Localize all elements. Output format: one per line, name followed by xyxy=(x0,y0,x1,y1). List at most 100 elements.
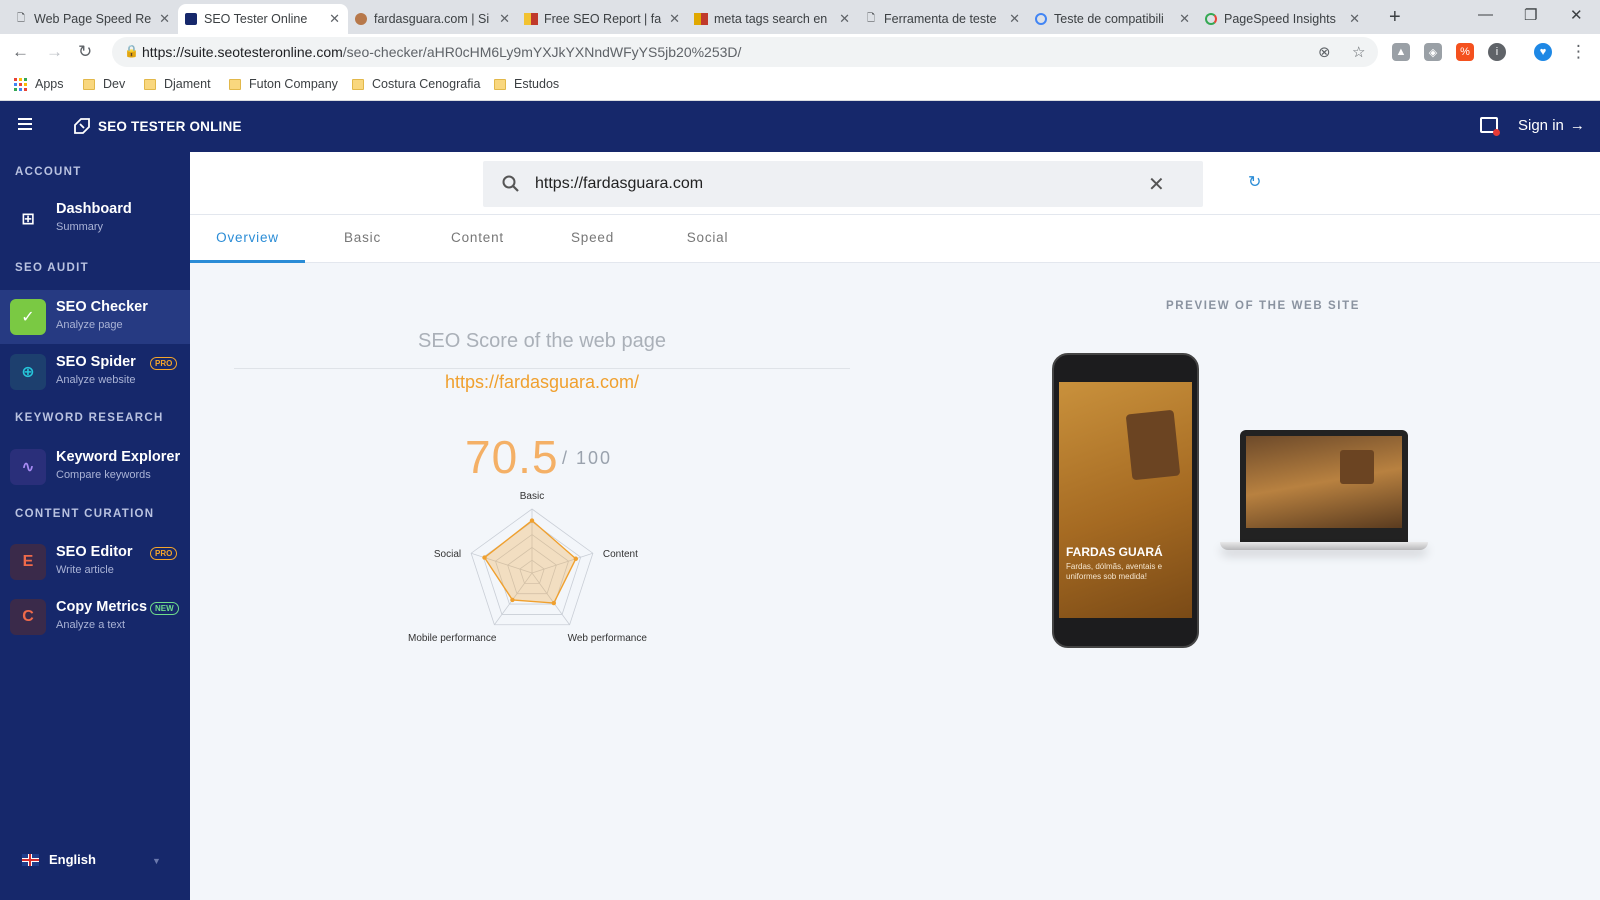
profile-avatar-icon[interactable]: ♥ xyxy=(1534,43,1552,61)
close-icon[interactable]: ✕ xyxy=(329,11,340,27)
sidebar-item-sublabel: Write article xyxy=(56,564,114,576)
close-icon[interactable]: ✕ xyxy=(159,11,170,27)
seo-tester-favicon xyxy=(184,12,198,26)
tab-social[interactable]: Social xyxy=(650,215,765,263)
shield-extension-icon[interactable]: ◈ xyxy=(1424,43,1442,61)
sidebar-item-sublabel: Analyze website xyxy=(56,374,136,386)
minimize-button[interactable]: — xyxy=(1478,6,1493,23)
bookmark-star-icon[interactable]: ☆ xyxy=(1352,43,1365,61)
tab-content[interactable]: Content xyxy=(420,215,535,263)
browser-tab-strip: 🗋 Web Page Speed Re ✕ SEO Tester Online … xyxy=(0,0,1600,34)
seo-checker-icon: ✓ xyxy=(10,299,46,335)
sidebar-item-label: Keyword Explorer xyxy=(56,449,181,465)
browser-tab[interactable]: 🗋 Web Page Speed Re ✕ xyxy=(8,4,178,34)
new-tab-button[interactable]: + xyxy=(1389,6,1401,29)
preview-site-tagline: Fardas, dólmãs, aventais e uniformes sob… xyxy=(1066,562,1163,581)
browser-tab[interactable]: Free SEO Report | fa ✕ xyxy=(518,4,688,34)
browser-tab-title: fardasguara.com | Si xyxy=(374,12,490,26)
folder-icon xyxy=(229,78,241,90)
back-arrow-icon[interactable]: ← xyxy=(12,42,29,62)
radar-axis-label: Content xyxy=(603,549,638,560)
reload-icon[interactable]: ↻ xyxy=(78,42,92,62)
divider xyxy=(234,368,850,369)
browser-tab[interactable]: fardasguara.com | Si ✕ xyxy=(348,4,518,34)
url-path: /seo-checker/aHR0cHM6Ly9mYXJkYXNndWFyYS5… xyxy=(342,44,742,60)
restore-button[interactable]: ❐ xyxy=(1524,6,1537,24)
browser-tab[interactable]: 🗋 Ferramenta de teste ✕ xyxy=(858,4,1028,34)
radar-data-point xyxy=(551,600,557,606)
seo-editor-icon: E xyxy=(10,544,46,580)
sidebar-item-label: Dashboard xyxy=(56,201,132,217)
sidebar-item-seo-editor[interactable]: E SEO Editor PRO Write article xyxy=(0,535,190,587)
sidebar-item-label: SEO Spider xyxy=(56,354,136,370)
sidebar-item-seo-spider[interactable]: ⊕ SEO Spider PRO Analyze website xyxy=(0,345,190,397)
close-icon[interactable]: ✕ xyxy=(669,11,680,27)
browser-tab[interactable]: PageSpeed Insights ✕ xyxy=(1198,4,1368,34)
info-extension-icon[interactable]: i xyxy=(1488,43,1506,61)
bookmark-label: Djament xyxy=(164,77,211,91)
page-icon: 🗋 xyxy=(866,12,876,24)
address-bar[interactable]: 🔒 https://suite.seotesteronline.com/seo-… xyxy=(112,37,1378,67)
leather-patch-image xyxy=(1340,450,1374,484)
section-title: CONTENT CURATION xyxy=(15,508,155,520)
clear-icon[interactable]: ✕ xyxy=(1148,172,1165,197)
app-header: SEO TESTER ONLINE Sign in → xyxy=(0,101,1600,152)
similarweb-extension-icon[interactable]: % xyxy=(1456,43,1474,61)
translate-icon[interactable]: ⊗ xyxy=(1318,43,1331,61)
sidebar-item-copy-metrics[interactable]: C Copy Metrics NEW Analyze a text xyxy=(0,590,190,642)
address-url: https://suite.seotesteronline.com/seo-ch… xyxy=(142,44,741,60)
sidebar-item-label: SEO Checker xyxy=(56,299,148,315)
arrow-right-icon: → xyxy=(1569,117,1585,134)
browser-tab-active[interactable]: SEO Tester Online ✕ xyxy=(178,4,348,34)
browser-tab[interactable]: Teste de compatibili ✕ xyxy=(1028,4,1198,34)
analysis-tabs: Overview Basic Content Speed Social xyxy=(190,215,1600,263)
section-title: KEYWORD RESEARCH xyxy=(15,412,164,424)
bookmark-folder[interactable]: Costura Cenografia xyxy=(352,77,480,91)
close-icon[interactable]: ✕ xyxy=(1009,11,1020,27)
sidebar-item-keyword-explorer[interactable]: ∿ Keyword Explorer Compare keywords xyxy=(0,440,190,492)
kebab-menu-icon[interactable]: ⋮ xyxy=(1570,42,1587,62)
bookmark-folder[interactable]: Futon Company xyxy=(229,77,338,91)
close-icon[interactable]: ✕ xyxy=(1349,11,1360,27)
notification-dot xyxy=(1493,129,1500,136)
radar-data-point xyxy=(510,597,515,603)
caret-down-icon[interactable]: ▼ xyxy=(152,856,161,866)
pagespeed-favicon xyxy=(1204,12,1218,26)
bookmark-folder[interactable]: Estudos xyxy=(494,77,559,91)
sidebar-item-seo-checker[interactable]: ✓ SEO Checker Analyze page xyxy=(0,290,190,344)
bookmark-label: Estudos xyxy=(514,77,560,91)
seo-score-max: / 100 xyxy=(562,448,613,468)
seo-report-favicon xyxy=(524,12,538,26)
url-search-input[interactable]: https://fardasguara.com ✕ xyxy=(483,161,1203,207)
window-close-button[interactable]: ✕ xyxy=(1570,6,1583,24)
search-area: https://fardasguara.com ✕ ↻ xyxy=(190,152,1600,215)
hamburger-menu-icon[interactable] xyxy=(18,118,32,133)
refresh-icon[interactable]: ↻ xyxy=(1248,172,1261,192)
close-icon[interactable]: ✕ xyxy=(499,11,510,27)
browser-tab[interactable]: meta tags search en ✕ xyxy=(688,4,858,34)
tab-basic[interactable]: Basic xyxy=(305,215,420,263)
close-icon[interactable]: ✕ xyxy=(1179,11,1190,27)
bookmark-folder[interactable]: Djament xyxy=(144,77,211,91)
bookmark-apps[interactable]: Apps xyxy=(14,77,64,91)
radar-data-point xyxy=(529,518,535,523)
language-selector[interactable]: English xyxy=(22,852,96,867)
forward-arrow-icon[interactable]: → xyxy=(46,42,63,62)
sidebar-item-label: Copy Metrics xyxy=(56,599,148,615)
tab-speed[interactable]: Speed xyxy=(535,215,650,263)
bookmark-label: Dev xyxy=(103,77,126,91)
laptop-lid xyxy=(1240,430,1408,542)
sidebar-item-dashboard[interactable]: ⊞ Dashboard Summary xyxy=(0,192,190,244)
drive-extension-icon[interactable]: ▲ xyxy=(1392,43,1410,61)
section-title: SEO AUDIT xyxy=(15,262,89,274)
close-icon[interactable]: ✕ xyxy=(839,11,850,27)
tab-overview[interactable]: Overview xyxy=(190,215,305,263)
browser-tab-title: meta tags search en xyxy=(714,12,828,26)
analyzed-url-link[interactable]: https://fardasguara.com/ xyxy=(234,372,850,393)
bookmark-folder[interactable]: Dev xyxy=(83,77,125,91)
browser-tab-title: Ferramenta de teste xyxy=(884,12,997,26)
folder-icon xyxy=(83,78,95,90)
sign-in-label: Sign in xyxy=(1518,117,1564,134)
sign-in-button[interactable]: Sign in → xyxy=(1518,117,1585,134)
brand-logo[interactable]: SEO TESTER ONLINE xyxy=(72,116,242,136)
